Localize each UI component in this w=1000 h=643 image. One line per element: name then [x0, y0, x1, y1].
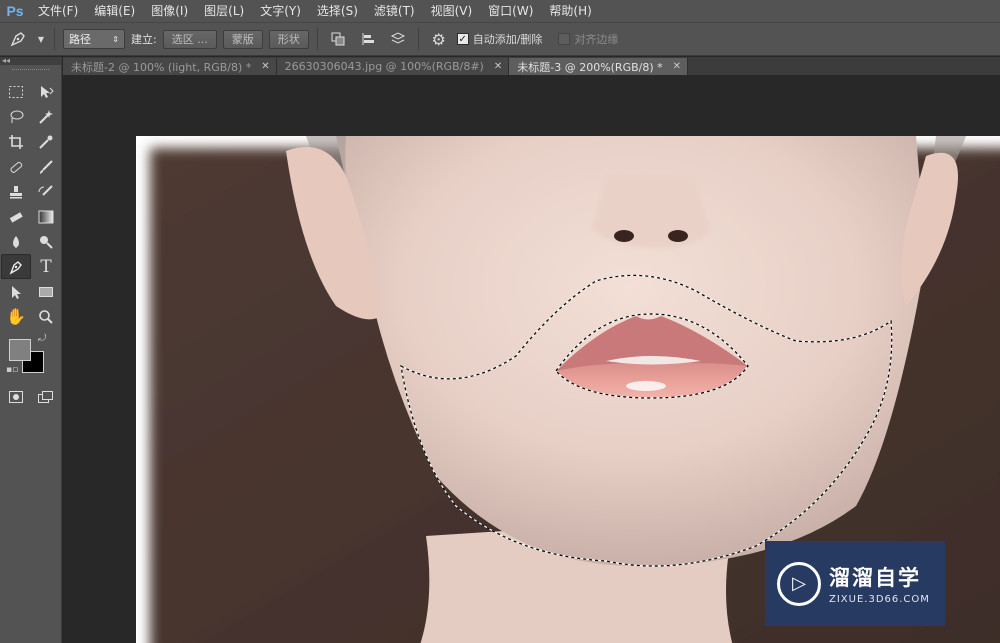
tab-label: 未标题-2 @ 100% (light, RGB/8) *: [71, 60, 252, 74]
eyedropper-tool-icon[interactable]: [31, 129, 61, 154]
auto-add-delete-checkbox[interactable]: ✓ 自动添加/删除: [456, 31, 543, 47]
pen-mode-select[interactable]: 路径 ⇕: [63, 29, 125, 49]
menu-view[interactable]: 视图(V): [423, 0, 481, 22]
lasso-tool-icon[interactable]: [1, 104, 31, 129]
toolbox: ◂◂ T ✋ ⤾ ▪▫: [0, 57, 62, 643]
menu-layer[interactable]: 图层(L): [196, 0, 252, 22]
menu-bar: Ps 文件(F) 编辑(E) 图像(I) 图层(L) 文字(Y) 选择(S) 滤…: [0, 0, 1000, 22]
document-tab-bar: 未标题-2 @ 100% (light, RGB/8) * ✕ 26630306…: [63, 57, 1000, 75]
tab-label: 26630306043.jpg @ 100%(RGB/8#): [284, 60, 484, 73]
foreground-color-swatch[interactable]: [9, 339, 31, 361]
align-edges-checkbox[interactable]: 对齐边缘: [558, 31, 618, 47]
select-arrows-icon: ⇕: [112, 34, 119, 44]
type-tool-icon[interactable]: T: [31, 254, 61, 279]
gear-icon[interactable]: ⚙: [427, 27, 451, 51]
path-selection-tool-icon[interactable]: [1, 279, 31, 304]
pen-icon[interactable]: [6, 27, 30, 51]
healing-brush-tool-icon[interactable]: [1, 154, 31, 179]
quick-mask-icon[interactable]: [1, 385, 31, 409]
path-operations-icon[interactable]: [326, 27, 350, 51]
eraser-tool-icon[interactable]: [1, 204, 31, 229]
unchecked-box-icon: [558, 33, 571, 45]
tab-document-jpg[interactable]: 26630306043.jpg @ 100%(RGB/8#) ✕: [276, 58, 510, 75]
clone-stamp-tool-icon[interactable]: [1, 179, 31, 204]
tab-document-3[interactable]: 未标题-3 @ 200%(RGB/8) * ✕: [509, 58, 689, 75]
menu-file[interactable]: 文件(F): [30, 0, 86, 22]
tab-label: 未标题-3 @ 200%(RGB/8) *: [517, 60, 663, 74]
path-arrangement-icon[interactable]: [386, 27, 410, 51]
dodge-tool-icon[interactable]: [31, 229, 61, 254]
default-colors-icon[interactable]: ▪▫: [6, 365, 18, 375]
zoom-tool-icon[interactable]: [31, 304, 61, 329]
close-icon[interactable]: ✕: [494, 61, 502, 72]
collapse-toolbox-icon[interactable]: ◂◂: [0, 57, 61, 65]
brush-tool-icon[interactable]: [31, 154, 61, 179]
rectangle-tool-icon[interactable]: [31, 279, 61, 304]
watermark-badge: ▷ 溜溜自学 ZIXUE.3D66.COM: [765, 541, 945, 626]
separator: [417, 28, 419, 50]
tab-document-2[interactable]: 未标题-2 @ 100% (light, RGB/8) * ✕: [63, 58, 277, 75]
separator: [316, 28, 318, 50]
blur-tool-icon[interactable]: [1, 229, 31, 254]
menu-filter[interactable]: 滤镜(T): [366, 0, 423, 22]
menu-select[interactable]: 选择(S): [309, 0, 366, 22]
color-swatches: ⤾ ▪▫: [0, 333, 61, 385]
menu-help[interactable]: 帮助(H): [541, 0, 599, 22]
pen-tool-icon[interactable]: [1, 254, 31, 279]
play-icon: ▷: [777, 561, 821, 606]
magic-wand-tool-icon[interactable]: [31, 104, 61, 129]
menu-window[interactable]: 窗口(W): [480, 0, 541, 22]
options-bar: ▼ 路径 ⇕ 建立: 选区 ... 蒙版 形状 ⚙ ✓ 自动添加/删除 对齐边缘: [0, 22, 1000, 56]
menu-edit[interactable]: 编辑(E): [86, 0, 143, 22]
move-tool-icon[interactable]: [31, 79, 61, 104]
tool-preset-dropdown-icon[interactable]: ▼: [36, 27, 46, 51]
close-icon[interactable]: ✕: [673, 61, 681, 72]
history-brush-tool-icon[interactable]: [31, 179, 61, 204]
make-selection-button[interactable]: 选区 ...: [162, 29, 217, 49]
hand-tool-icon[interactable]: ✋: [1, 304, 31, 329]
watermark-url: ZIXUE.3D66.COM: [829, 594, 930, 605]
watermark-name: 溜溜自学: [829, 566, 921, 590]
auto-add-delete-label: 自动添加/删除: [472, 33, 543, 46]
make-mask-button[interactable]: 蒙版: [222, 29, 263, 49]
canvas-workspace: ▷ 溜溜自学 ZIXUE.3D66.COM: [63, 75, 1000, 643]
pen-mode-value: 路径: [69, 33, 91, 46]
marquee-tool-icon[interactable]: [1, 79, 31, 104]
swap-colors-icon[interactable]: ⤾: [38, 333, 46, 344]
close-icon[interactable]: ✕: [261, 61, 269, 72]
menu-type[interactable]: 文字(Y): [252, 0, 309, 22]
crop-tool-icon[interactable]: [1, 129, 31, 154]
make-shape-button[interactable]: 形状: [268, 29, 309, 49]
screen-mode-icon[interactable]: [31, 385, 61, 409]
make-label: 建立:: [131, 33, 157, 46]
photoshop-logo: Ps: [6, 3, 24, 19]
path-alignment-icon[interactable]: [356, 27, 380, 51]
menu-image[interactable]: 图像(I): [143, 0, 196, 22]
gradient-tool-icon[interactable]: [31, 204, 61, 229]
align-edges-label: 对齐边缘: [574, 33, 619, 46]
separator: [54, 28, 55, 50]
check-icon: ✓: [456, 33, 469, 45]
